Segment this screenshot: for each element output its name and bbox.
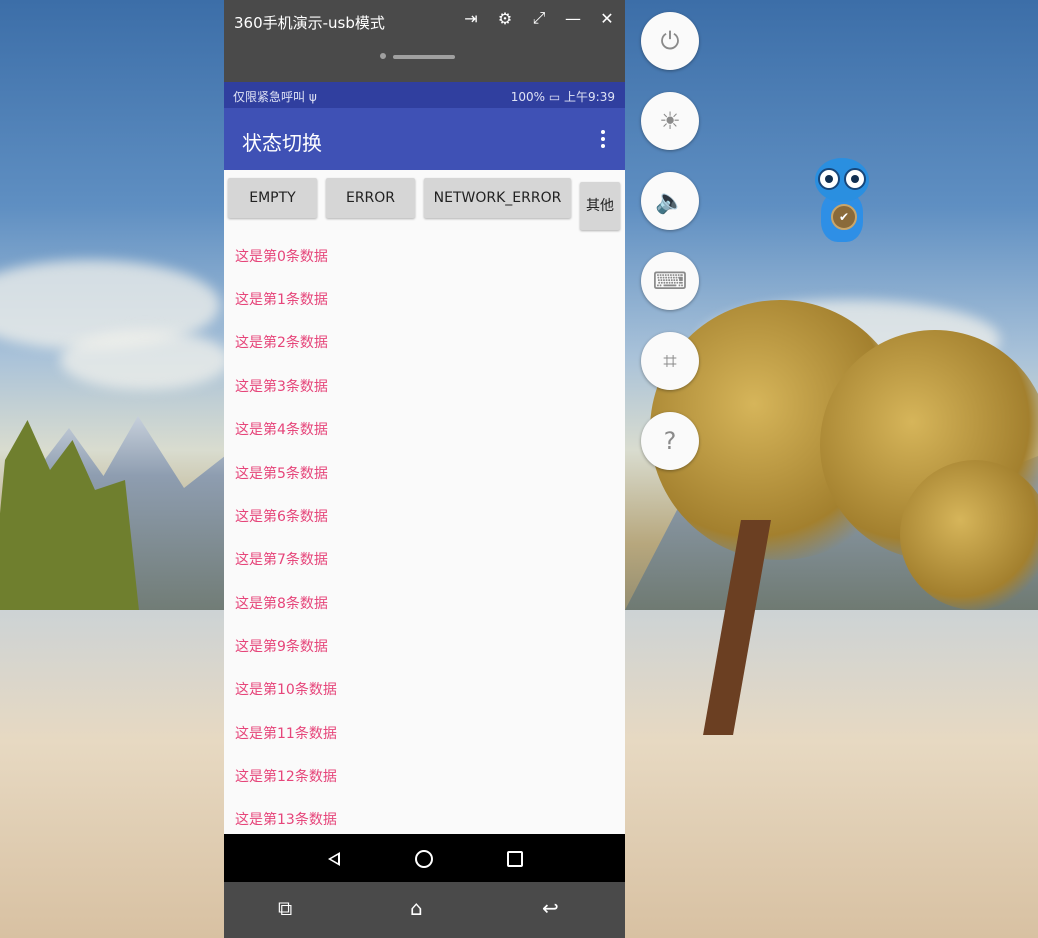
window-bottom-bar: ⧉ ⌂ ↩ xyxy=(224,882,625,938)
list-item[interactable]: 这是第9条数据 xyxy=(235,636,328,656)
nav-recents-icon[interactable] xyxy=(507,851,523,867)
nav-back-icon-inner xyxy=(331,855,338,863)
list-item[interactable]: 这是第6条数据 xyxy=(235,506,328,526)
volume-icon[interactable]: 🔈 xyxy=(641,172,699,230)
window-title: 360手机演示-usb模式 xyxy=(234,14,385,32)
overflow-menu-icon[interactable] xyxy=(601,130,605,151)
status-right-text: 100% ▭ 上午9:39 xyxy=(510,90,615,104)
list-item[interactable]: 这是第4条数据 xyxy=(235,419,328,439)
status-left-text: 仅限紧急呼叫 ψ xyxy=(233,90,317,104)
list-item[interactable]: 这是第8条数据 xyxy=(235,593,328,613)
help-icon[interactable]: ? xyxy=(641,412,699,470)
app-bar: 状态切换 xyxy=(224,108,625,170)
crop-icon[interactable]: ⌗ xyxy=(641,332,699,390)
mascot-icon[interactable]: ✔ xyxy=(815,152,869,242)
list-item[interactable]: 这是第13条数据 xyxy=(235,809,337,829)
exit-fullscreen-icon[interactable]: ⇥ xyxy=(461,8,481,28)
expand-icon[interactable]: ⤢ xyxy=(529,8,549,28)
status-bar: 仅限紧急呼叫 ψ 100% ▭ 上午9:39 xyxy=(224,82,625,108)
list-item[interactable]: 这是第11条数据 xyxy=(235,723,337,743)
list-item[interactable]: 这是第10条数据 xyxy=(235,679,337,699)
settings-icon[interactable]: ⚙ xyxy=(495,8,515,28)
list-item[interactable]: 这是第5条数据 xyxy=(235,463,328,483)
keyboard-icon[interactable]: ⌨ xyxy=(641,252,699,310)
list-item[interactable]: 这是第1条数据 xyxy=(235,289,328,309)
empty-button[interactable]: EMPTY xyxy=(228,178,317,218)
drag-handle[interactable] xyxy=(393,55,455,59)
power-icon[interactable]: ⏻ xyxy=(641,12,699,70)
list-item[interactable]: 这是第7条数据 xyxy=(235,549,328,569)
home-icon[interactable]: ⌂ xyxy=(410,896,423,920)
app-title: 状态切换 xyxy=(242,131,322,155)
phone-mirror-window: 360手机演示-usb模式 ⇥ ⚙ ⤢ — ✕ 仅限紧急呼叫 ψ 100% ▭ … xyxy=(224,0,625,938)
back-icon[interactable]: ↩ xyxy=(542,896,559,920)
list-item[interactable]: 这是第12条数据 xyxy=(235,766,337,786)
other-button[interactable]: 其他 xyxy=(580,182,620,230)
brightness-icon[interactable]: ☀ xyxy=(641,92,699,150)
nav-home-icon[interactable] xyxy=(415,850,433,868)
list-item[interactable]: 这是第3条数据 xyxy=(235,376,328,396)
close-icon[interactable]: ✕ xyxy=(597,8,617,28)
list-item[interactable]: 这是第2条数据 xyxy=(235,332,328,352)
error-button[interactable]: ERROR xyxy=(326,178,415,218)
recent-apps-icon[interactable]: ⧉ xyxy=(278,896,292,920)
button-row: EMPTY ERROR NETWORK_ERROR 其他 xyxy=(224,170,625,230)
android-nav-bar xyxy=(224,834,625,882)
network-error-button[interactable]: NETWORK_ERROR xyxy=(424,178,571,218)
minimize-icon[interactable]: — xyxy=(563,8,583,28)
phone-screen: 仅限紧急呼叫 ψ 100% ▭ 上午9:39 状态切换 EMPTY ERROR … xyxy=(224,82,625,882)
list-item[interactable]: 这是第0条数据 xyxy=(235,246,328,266)
drag-dot xyxy=(380,53,386,59)
